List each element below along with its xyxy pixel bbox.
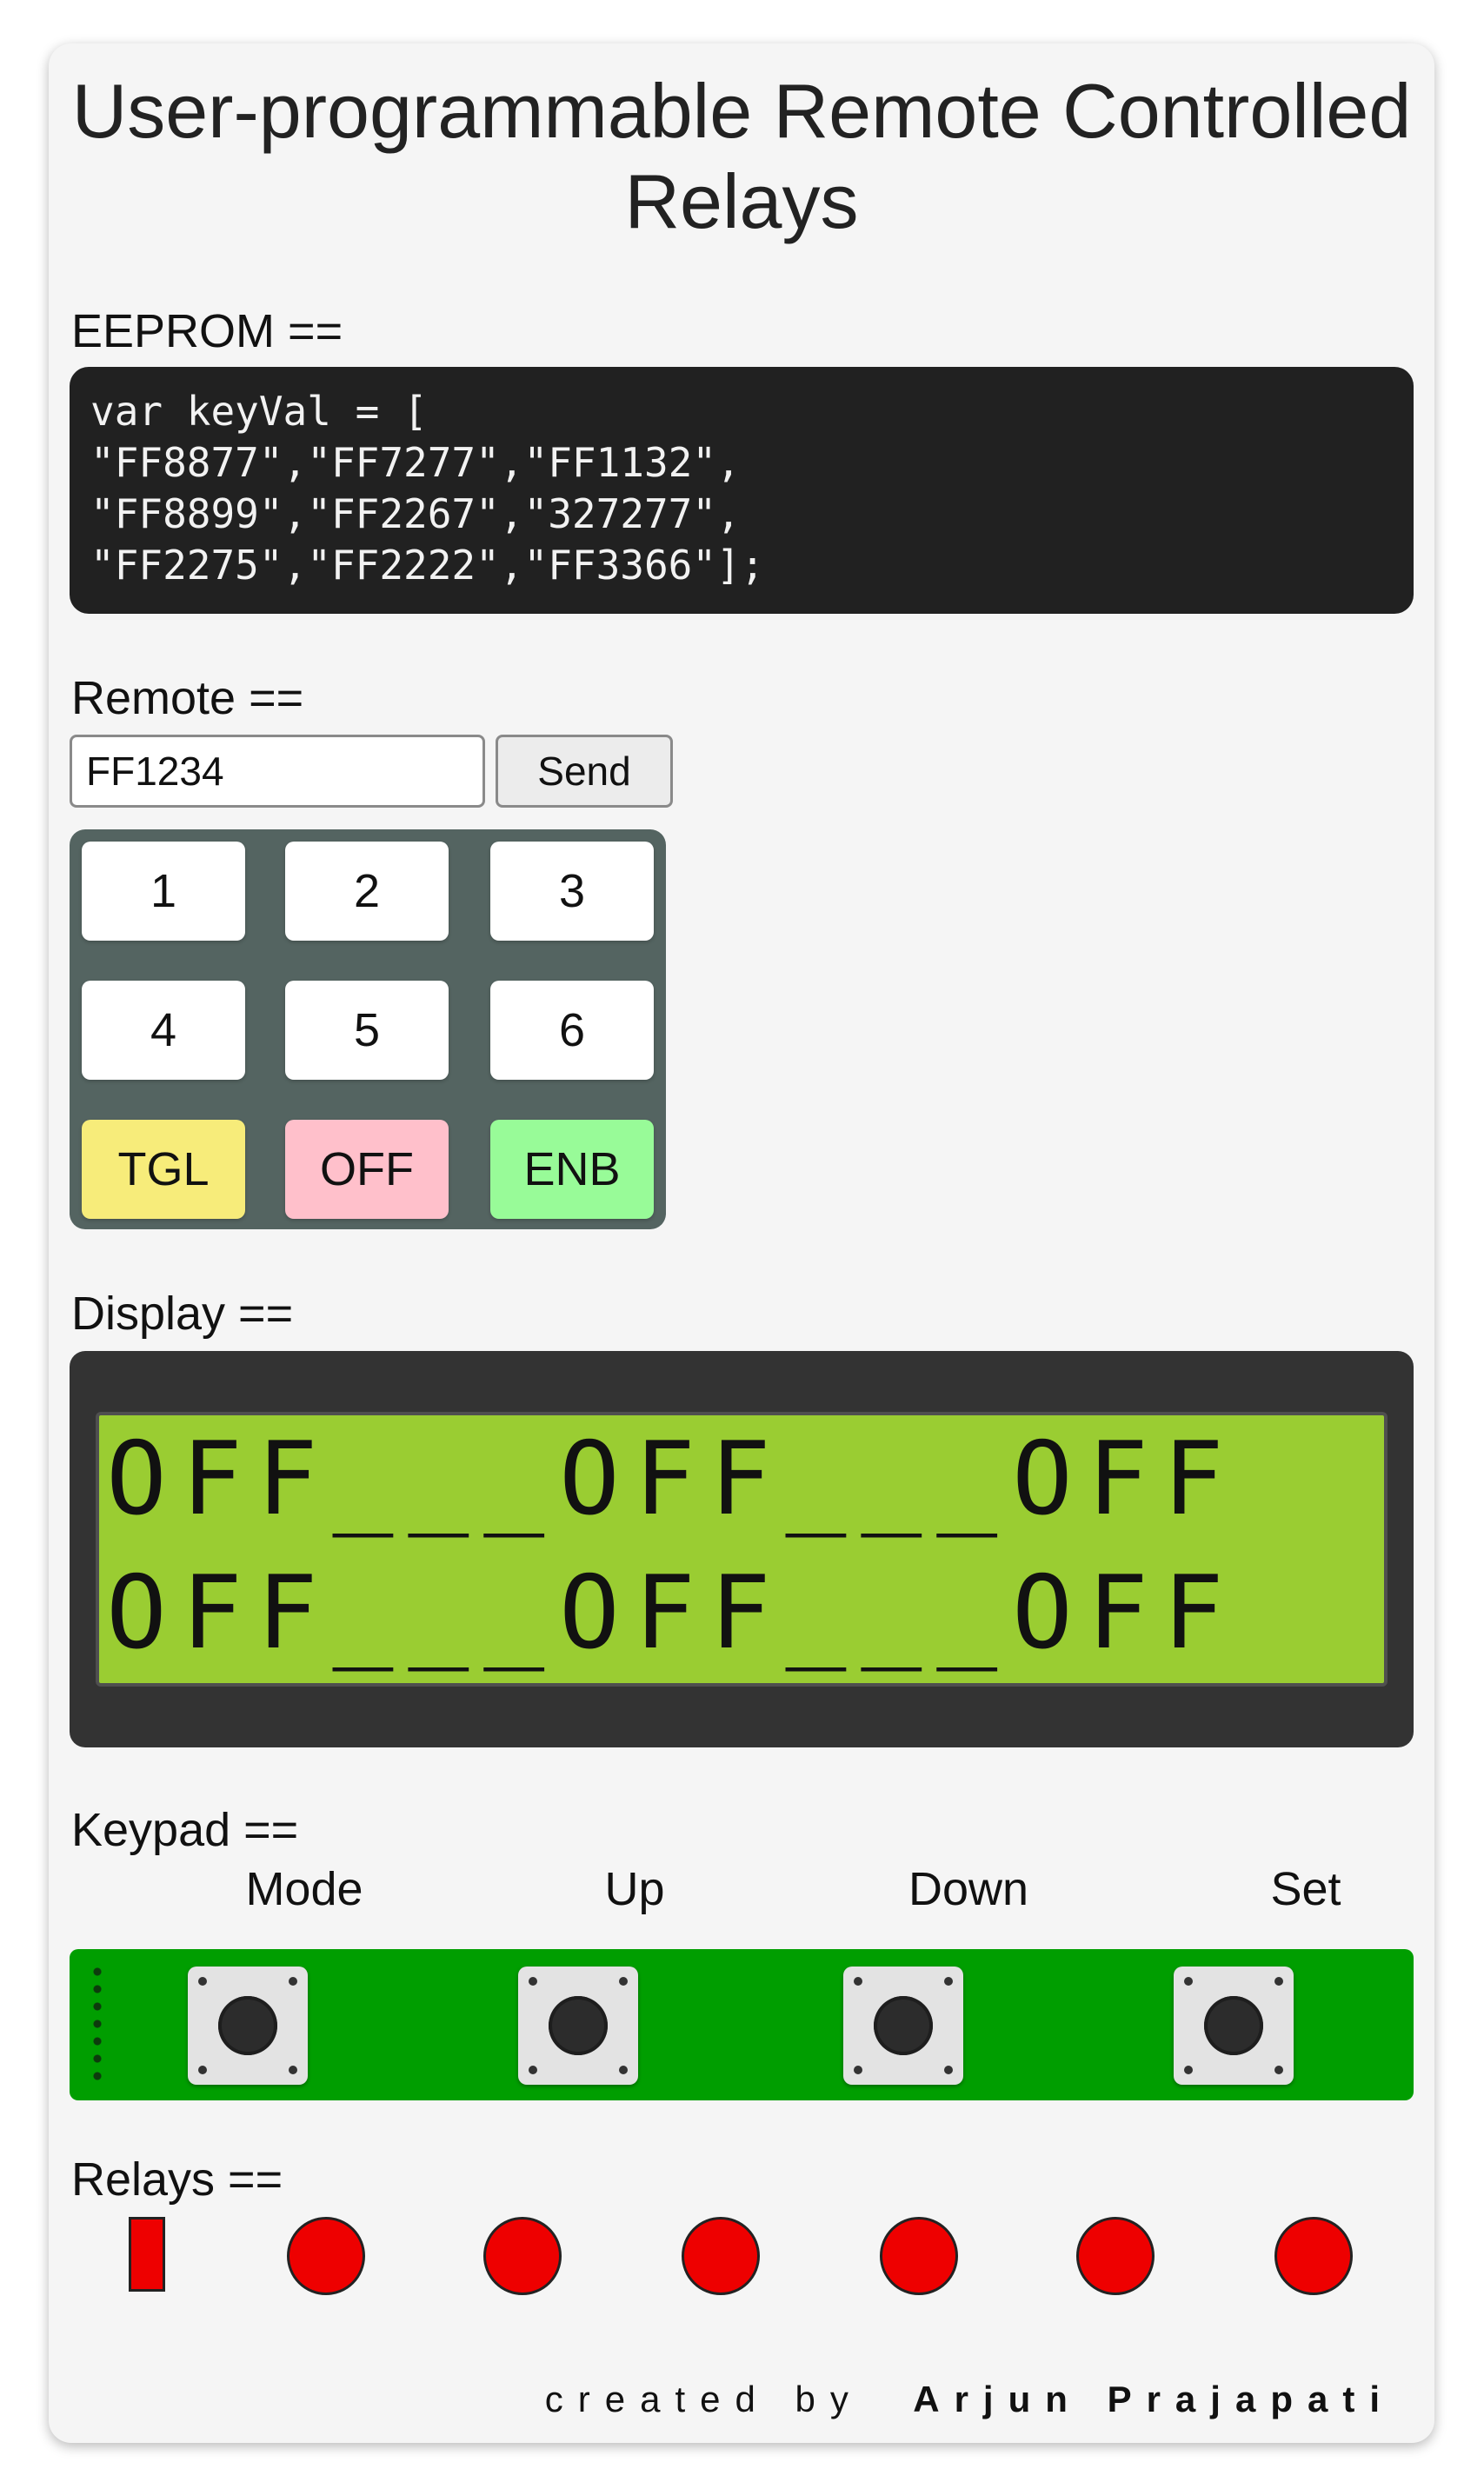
relays-label: Relays == — [71, 2153, 283, 2206]
app-card: User-programmable Remote Controlled Rela… — [49, 43, 1434, 2443]
relay-led-6 — [1274, 2217, 1353, 2295]
remote-keypad: 1 2 3 4 5 6 TGL OFF ENB — [70, 829, 666, 1229]
relay-led-3 — [682, 2217, 760, 2295]
keypad-board — [70, 1949, 1414, 2100]
keypad-label: Keypad == — [71, 1804, 299, 1856]
down-button-label: Down — [908, 1863, 1029, 1915]
lcd-line-2: OFF___OFF___OFF — [106, 1554, 1239, 1672]
remote-key-3[interactable]: 3 — [490, 842, 654, 941]
relay-led-2 — [483, 2217, 562, 2295]
lcd-bezel: OFF___OFF___OFF OFF___OFF___OFF — [70, 1351, 1414, 1747]
eeprom-code-block: var keyVal = [ "FF8877","FF7277","FF1132… — [70, 367, 1414, 614]
toggle-button[interactable]: TGL — [82, 1120, 245, 1219]
enable-button[interactable]: ENB — [490, 1120, 654, 1219]
up-push-button[interactable] — [518, 1967, 638, 2085]
relay-led-1 — [287, 2217, 365, 2295]
credit-line: created by Arjun Prajapati — [545, 2379, 1394, 2420]
set-button-label: Set — [1270, 1863, 1341, 1915]
eeprom-label: EEPROM == — [71, 305, 343, 357]
up-button-label: Up — [604, 1863, 665, 1915]
remote-label: Remote == — [71, 672, 304, 724]
mode-push-button[interactable] — [188, 1967, 308, 2085]
remote-key-6[interactable]: 6 — [490, 981, 654, 1080]
relay-led-4 — [880, 2217, 958, 2295]
lcd-line-1: OFF___OFF___OFF — [106, 1421, 1239, 1538]
credit-prefix: created by — [544, 2379, 863, 2419]
remote-code-input[interactable] — [70, 735, 485, 808]
set-push-button[interactable] — [1174, 1967, 1294, 2085]
remote-key-4[interactable]: 4 — [82, 981, 245, 1080]
remote-key-2[interactable]: 2 — [285, 842, 449, 941]
off-button[interactable]: OFF — [285, 1120, 449, 1219]
lcd-screen: OFF___OFF___OFF OFF___OFF___OFF — [96, 1412, 1388, 1687]
display-label: Display == — [71, 1288, 294, 1340]
send-button[interactable]: Send — [496, 735, 673, 808]
remote-key-1[interactable]: 1 — [82, 842, 245, 941]
author-name: Arjun Prajapati — [913, 2379, 1394, 2419]
pin-header — [92, 1963, 103, 2085]
page-title: User-programmable Remote Controlled Rela… — [71, 68, 1412, 244]
mode-button-label: Mode — [245, 1863, 363, 1915]
remote-key-5[interactable]: 5 — [285, 981, 449, 1080]
down-push-button[interactable] — [843, 1967, 963, 2085]
relay-bar-indicator — [129, 2217, 165, 2292]
relay-led-5 — [1076, 2217, 1155, 2295]
